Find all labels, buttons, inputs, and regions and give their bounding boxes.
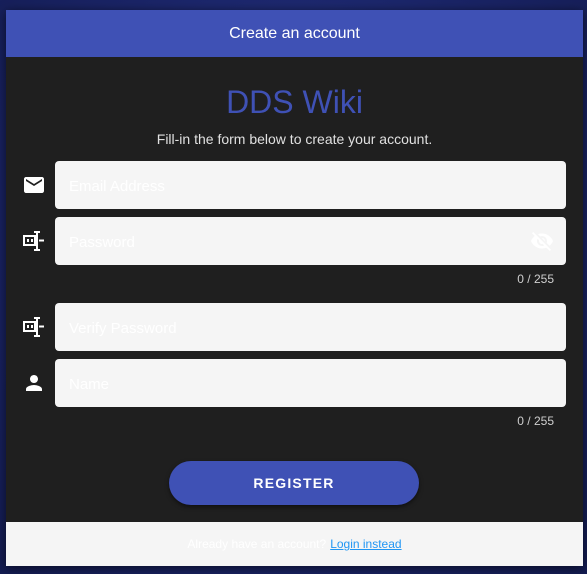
app-title: DDS Wiki [226,84,363,120]
form-subtitle: Fill-in the form below to create your ac… [156,131,433,147]
password-char-counter: 0 / 255 [517,272,554,286]
email-field-box [55,161,566,211]
verify-password-field-box [55,303,566,353]
register-card: Create an account DDS Wiki Fill-in the f… [6,10,583,566]
name-char-counter: 0 / 255 [517,414,554,428]
card-header-title: Create an account [229,24,360,42]
password-row [6,217,583,267]
card-header: Create an account [6,10,583,57]
login-instead-link[interactable]: Login instead [330,537,401,551]
email-input[interactable] [67,161,521,211]
password-field-box [55,217,566,267]
card-footer: Already have an account? Login instead [6,522,583,566]
verify-password-input[interactable] [67,303,521,353]
password-icon [23,231,44,251]
name-input[interactable] [67,359,521,409]
name-row [6,359,583,409]
email-row [6,161,583,211]
login-prompt: Already have an account? [187,537,327,551]
name-field-box [55,359,566,409]
verify-password-row [6,303,583,353]
email-icon [24,177,44,193]
person-icon [26,375,42,391]
register-button[interactable]: REGISTER [169,461,419,505]
visibility-off-icon[interactable] [530,229,554,253]
password-input[interactable] [67,217,521,267]
password-icon [23,317,44,337]
